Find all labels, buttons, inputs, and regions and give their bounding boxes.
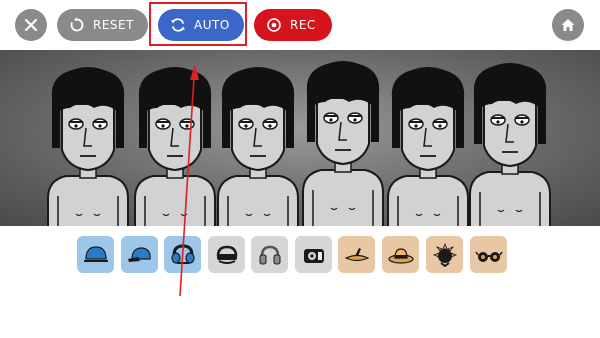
annotation-arrow <box>179 64 199 297</box>
